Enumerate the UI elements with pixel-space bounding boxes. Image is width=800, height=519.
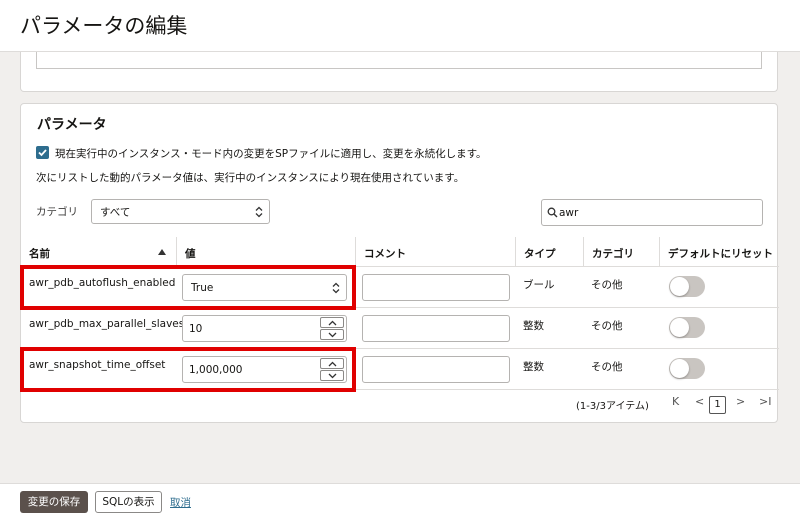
page-header: パラメータの編集 — [0, 0, 800, 52]
type-cell: 整数 — [515, 349, 583, 390]
info-text: 次にリストした動的パラメータ値は、実行中のインスタンスにより現在使用されています… — [36, 172, 465, 184]
save-changes-button[interactable]: 変更の保存 — [20, 491, 88, 513]
comment-cell — [355, 267, 515, 308]
decrement-button[interactable] — [320, 329, 344, 340]
column-header-value: 値 — [176, 237, 355, 267]
show-sql-button[interactable]: SQLの表示 — [95, 491, 162, 513]
pagination-summary: (1-3/3アイテム) — [576, 401, 649, 412]
param-name: awr_snapshot_time_offset — [29, 359, 166, 371]
increment-button[interactable] — [320, 358, 344, 369]
param-name: awr_pdb_autoflush_enabled — [29, 277, 176, 289]
page-title: パラメータの編集 — [20, 14, 188, 38]
search-icon — [547, 207, 558, 218]
comment-input[interactable] — [362, 274, 510, 301]
updown-chevron-icon — [255, 206, 263, 217]
param-category: その他 — [591, 361, 623, 373]
table-row: awr_snapshot_time_offset 1,000,000 整数 その… — [21, 349, 779, 390]
param-category: その他 — [591, 320, 623, 332]
reset-default-toggle[interactable] — [669, 358, 705, 379]
category-cell: その他 — [583, 267, 659, 308]
next-page-button[interactable]: > — [736, 395, 745, 408]
decrement-button[interactable] — [320, 370, 344, 381]
value-select-value: True — [191, 281, 214, 294]
param-value-cell: True — [176, 267, 355, 308]
last-page-button[interactable]: >I — [759, 395, 771, 408]
increment-button[interactable] — [320, 317, 344, 328]
reset-cell — [659, 308, 779, 349]
persist-spfile-checkbox[interactable] — [36, 146, 49, 159]
toggle-knob — [670, 277, 689, 296]
param-name-cell: awr_snapshot_time_offset — [21, 349, 176, 390]
chevron-down-icon — [328, 332, 337, 338]
section-title: パラメータ — [37, 117, 107, 133]
persist-spfile-label: 現在実行中のインスタンス・モード内の変更をSPファイルに適用し、変更を永続化しま… — [55, 148, 487, 160]
column-header-category: カテゴリ — [583, 237, 659, 267]
param-value-cell: 1,000,000 — [176, 349, 355, 390]
column-header-comment: コメント — [355, 237, 515, 267]
checkmark-icon — [38, 149, 47, 157]
value-select[interactable]: True — [182, 274, 347, 301]
param-name: awr_pdb_max_parallel_slaves — [29, 318, 185, 330]
comment-cell — [355, 349, 515, 390]
value-stepper[interactable]: 10 — [182, 315, 347, 342]
first-page-button[interactable]: K — [672, 395, 679, 408]
table-row: awr_pdb_autoflush_enabled True ブール その他 — [21, 267, 779, 308]
chevron-up-icon — [328, 361, 337, 367]
category-cell: その他 — [583, 308, 659, 349]
toggle-knob — [670, 318, 689, 337]
cancel-link[interactable]: 取消 — [170, 495, 191, 510]
param-category: その他 — [591, 279, 623, 291]
previous-section-field — [36, 52, 762, 69]
toggle-knob — [670, 359, 689, 378]
reset-cell — [659, 267, 779, 308]
prev-page-button[interactable]: < — [695, 395, 704, 408]
type-cell: 整数 — [515, 308, 583, 349]
category-cell: その他 — [583, 349, 659, 390]
category-filter-label: カテゴリ — [36, 206, 78, 218]
current-page[interactable]: 1 — [709, 396, 726, 414]
param-type: 整数 — [523, 361, 544, 373]
value-stepper-value: 1,000,000 — [189, 364, 243, 376]
column-header-name[interactable]: 名前 — [21, 237, 176, 267]
param-name-cell: awr_pdb_autoflush_enabled — [21, 267, 176, 308]
column-header-type: タイプ — [515, 237, 583, 267]
category-filter-select[interactable]: すべて — [91, 199, 270, 224]
previous-section-card — [20, 52, 778, 92]
comment-input[interactable] — [362, 315, 510, 342]
comment-cell — [355, 308, 515, 349]
reset-default-toggle[interactable] — [669, 276, 705, 297]
param-value-cell: 10 — [176, 308, 355, 349]
chevron-down-icon — [328, 373, 337, 379]
parameters-section: パラメータ 現在実行中のインスタンス・モード内の変更をSPファイルに適用し、変更… — [20, 103, 779, 423]
updown-chevron-icon — [332, 282, 340, 293]
search-value: awr — [559, 207, 579, 219]
chevron-up-icon — [328, 320, 337, 326]
value-stepper[interactable]: 1,000,000 — [182, 356, 347, 383]
reset-default-toggle[interactable] — [669, 317, 705, 338]
param-type: ブール — [523, 279, 555, 291]
param-type: 整数 — [523, 320, 544, 332]
footer-bar: 変更の保存 SQLの表示 取消 — [0, 483, 800, 519]
table-row: awr_pdb_max_parallel_slaves 10 整数 その他 — [21, 308, 779, 349]
sort-ascending-icon — [158, 249, 166, 255]
reset-cell — [659, 349, 779, 390]
column-header-reset: デフォルトにリセット — [659, 237, 779, 267]
search-input[interactable]: awr — [541, 199, 763, 226]
category-filter-value: すべて — [100, 206, 131, 218]
value-stepper-value: 10 — [189, 323, 203, 335]
type-cell: ブール — [515, 267, 583, 308]
comment-input[interactable] — [362, 356, 510, 383]
param-name-cell: awr_pdb_max_parallel_slaves — [21, 308, 184, 349]
table-header: 名前 値 コメント タイプ カテゴリ デフォルトにリセット — [21, 237, 779, 267]
